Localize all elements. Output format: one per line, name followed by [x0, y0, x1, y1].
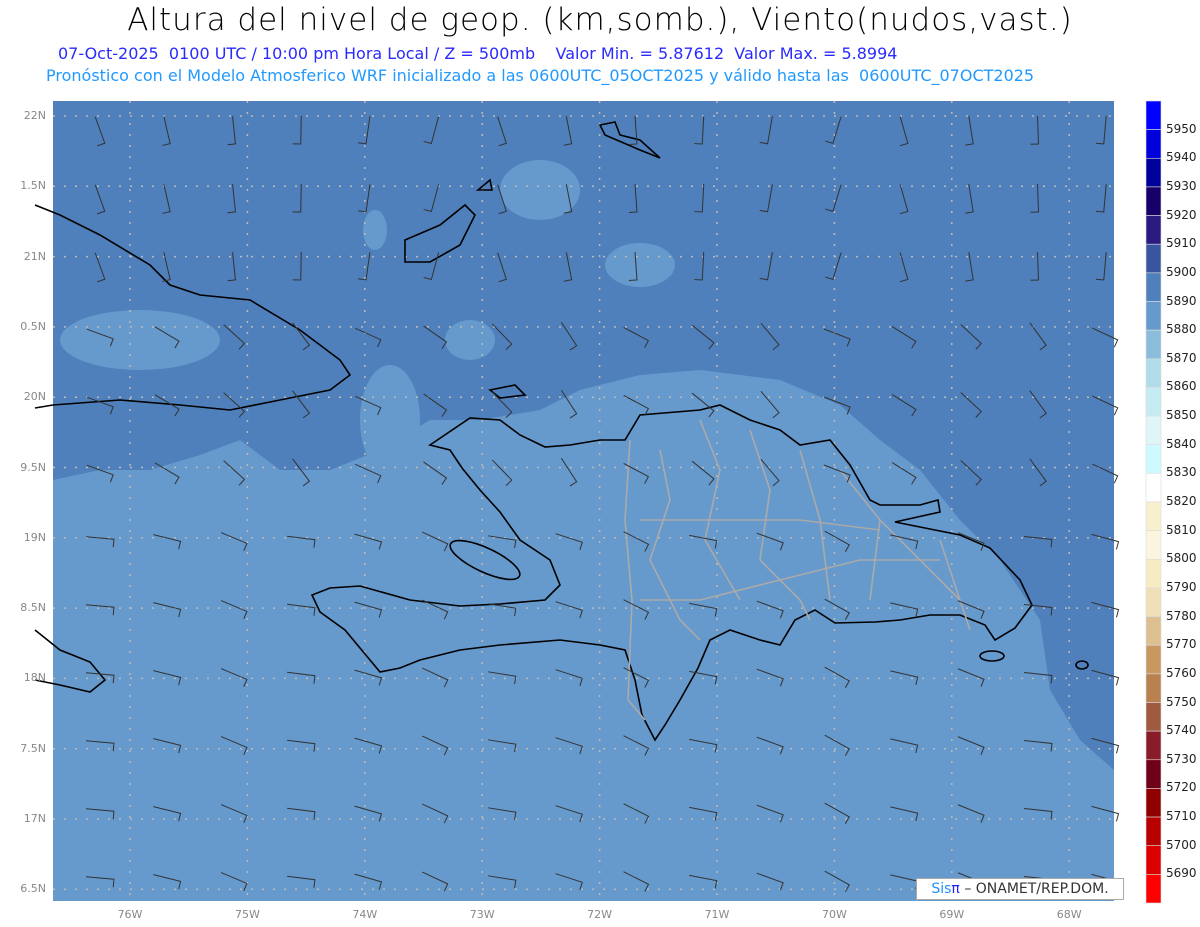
- colorbar-label: 5840: [1166, 436, 1197, 451]
- colorbar-label: 5910: [1166, 236, 1197, 251]
- lat-label: 9.5N: [20, 460, 46, 474]
- colorbar-bin: [1145, 215, 1162, 245]
- lon-label: 73W: [469, 908, 495, 921]
- colorbar-label: 5690: [1166, 866, 1197, 881]
- lon-label: 71W: [704, 908, 730, 921]
- colorbar-bin: [1145, 129, 1162, 159]
- colorbar-bin: [1145, 272, 1162, 302]
- colorbar-label: 5800: [1166, 551, 1197, 566]
- colorbar-label: 5750: [1166, 694, 1197, 709]
- colorbar-label: 5880: [1166, 322, 1197, 337]
- colorbar-bin: [1145, 558, 1162, 589]
- colorbar-bin: [1145, 644, 1162, 675]
- lat-label: 0.5N: [20, 319, 46, 333]
- colorbar-bin: [1145, 329, 1162, 360]
- colorbar-bin: [1145, 530, 1162, 560]
- colorbar-bin: [1145, 301, 1162, 331]
- colorbar-label: 5740: [1166, 723, 1197, 738]
- chart-title: Altura del nivel de geop. (km,somb.), Vi…: [127, 2, 1073, 38]
- colorbar-label: 5720: [1166, 780, 1197, 795]
- logo-text: – ONAMET/REP.DOM.: [964, 881, 1109, 897]
- colorbar-label: 5780: [1166, 608, 1197, 623]
- logo-sis: Sis: [931, 881, 952, 897]
- subtitle-time-values: 07-Oct-2025 0100 UTC / 10:00 pm Hora Loc…: [58, 44, 898, 63]
- colorbar-bin: [1145, 100, 1162, 130]
- map-plot: [34, 100, 1162, 904]
- lon-label: 75W: [234, 908, 260, 921]
- colorbar-label: 5890: [1166, 293, 1197, 308]
- colorbar-bin: [1145, 444, 1162, 474]
- colorbar-bin: [1145, 616, 1162, 646]
- colorbar: [1145, 100, 1162, 904]
- colorbar-label: 5830: [1166, 465, 1197, 480]
- lon-label: 76W: [117, 908, 143, 921]
- lat-label: 20N: [23, 390, 46, 404]
- colorbar-label: 5920: [1166, 207, 1197, 222]
- colorbar-bin: [1145, 186, 1162, 216]
- colorbar-bin: [1145, 845, 1162, 875]
- colorbar-label: 5790: [1166, 579, 1197, 594]
- colorbar-bin: [1145, 673, 1162, 703]
- colorbar-label: 5770: [1166, 637, 1197, 652]
- lat-label: 22N: [23, 109, 46, 122]
- lat-label: 17N: [23, 812, 46, 825]
- colorbar-bin: [1145, 702, 1162, 732]
- lon-label: 70W: [821, 908, 847, 921]
- lat-label: 6.5N: [20, 882, 46, 896]
- lat-label: 8.5N: [20, 601, 46, 615]
- colorbar-label: 5700: [1166, 837, 1197, 852]
- colorbar-label: 5940: [1166, 150, 1197, 165]
- colorbar-bin: [1145, 157, 1162, 188]
- colorbar-bin: [1145, 587, 1162, 617]
- colorbar-bin: [1145, 816, 1162, 847]
- colorbar-bin: [1145, 501, 1162, 531]
- colorbar-label: 5710: [1166, 809, 1197, 824]
- lat-label: 1.5N: [20, 179, 46, 193]
- colorbar-bin: [1145, 730, 1162, 761]
- colorbar-label: 5820: [1166, 494, 1197, 508]
- colorbar-label: 5730: [1166, 751, 1197, 766]
- logo-pi: π: [951, 881, 960, 897]
- colorbar-label: 5900: [1166, 264, 1197, 279]
- colorbar-bin: [1145, 358, 1162, 388]
- colorbar-label: 5950: [1166, 121, 1197, 136]
- lon-label: 72W: [587, 908, 613, 921]
- colorbar-bin: [1145, 387, 1162, 417]
- colorbar-label: 5810: [1166, 522, 1197, 537]
- lat-label: 7.5N: [20, 741, 46, 755]
- colorbar-label: 5850: [1166, 408, 1197, 423]
- colorbar-label: 5860: [1166, 379, 1197, 394]
- lat-label: 21N: [23, 249, 46, 263]
- lon-label: 69W: [939, 908, 965, 921]
- colorbar-bin: [1145, 243, 1162, 274]
- lon-label: 74W: [352, 908, 378, 921]
- colorbar-bin: [1145, 759, 1162, 789]
- colorbar-bin: [1145, 473, 1162, 503]
- lat-label: 19N: [23, 530, 46, 544]
- colorbar-label: 5930: [1166, 178, 1197, 193]
- lat-label: 18N: [23, 671, 46, 685]
- onamet-logo: Sisπ – ONAMET/REP.DOM.: [916, 878, 1124, 900]
- colorbar-label: 5760: [1166, 665, 1197, 680]
- colorbar-bin: [1145, 788, 1162, 818]
- lon-label: 68W: [1056, 908, 1082, 921]
- colorbar-bin: [1145, 874, 1162, 904]
- colorbar-bin: [1145, 415, 1162, 446]
- colorbar-label: 5870: [1166, 350, 1197, 365]
- subtitle-model-info: Pronóstico con el Modelo Atmosferico WRF…: [46, 66, 1035, 85]
